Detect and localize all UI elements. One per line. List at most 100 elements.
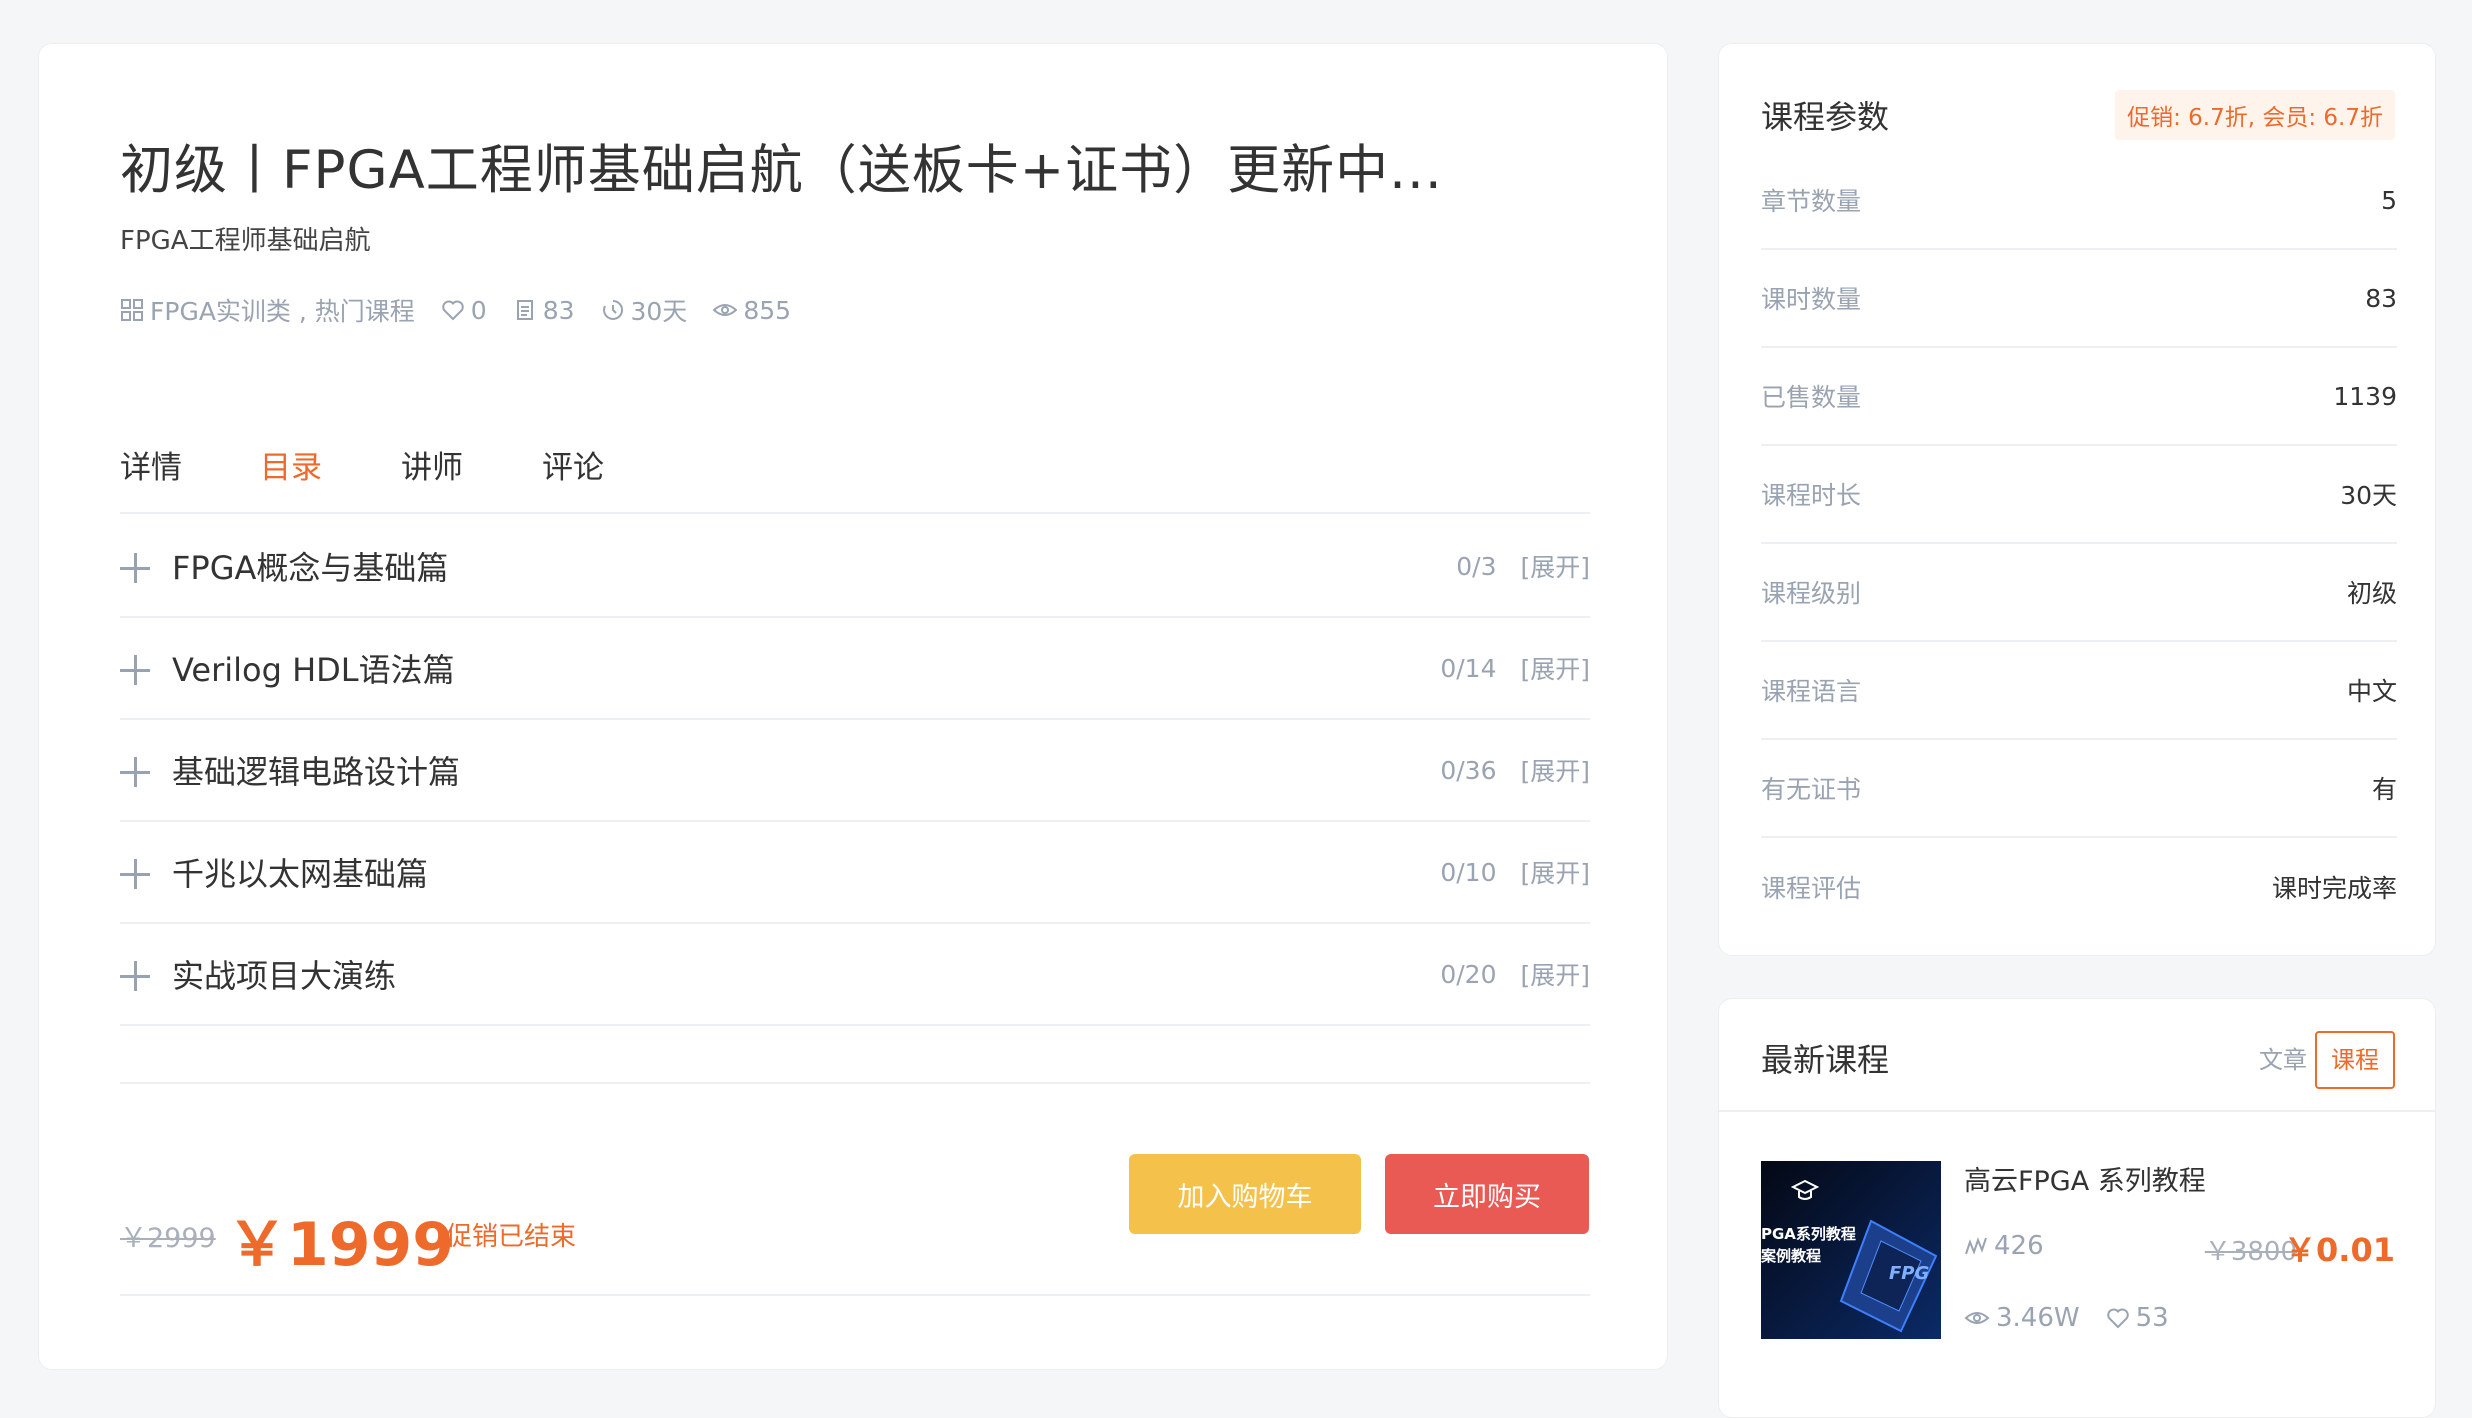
- tab-articles[interactable]: 文章: [2245, 1031, 2321, 1089]
- plus-icon[interactable]: [120, 859, 150, 889]
- param-row: 课程级别 初级: [1761, 544, 2397, 642]
- plus-icon[interactable]: [120, 961, 150, 991]
- latest-stats: 3.46W 53: [1964, 1303, 2169, 1333]
- latest-header: 最新课程 文章 课程: [1719, 999, 2435, 1112]
- duration-meta: 30天: [601, 292, 688, 328]
- chapter-name: FPGA概念与基础篇: [172, 549, 449, 587]
- param-value: 课时完成率: [2271, 874, 2397, 903]
- param-row: 已售数量 1139: [1761, 348, 2397, 446]
- course-main-card: 初级丨FPGA工程师基础启航（送板卡+证书）更新中... FPGA工程师基础启航…: [38, 43, 1668, 1370]
- chapter-name: 千兆以太网基础篇: [172, 855, 429, 893]
- eye-icon: [713, 304, 738, 316]
- chapter-row[interactable]: Verilog HDL语法篇 0/14 [展开]: [120, 618, 1590, 720]
- category-text: FPGA实训类 , 热门课程: [150, 297, 415, 326]
- chapter-name: 实战项目大演练: [172, 957, 397, 995]
- chapter-progress: 0/10: [1440, 857, 1497, 887]
- param-key: 课程时长: [1761, 481, 1862, 510]
- likes-meta[interactable]: 0: [441, 296, 487, 325]
- heart-icon: [442, 300, 464, 321]
- current-price: ￥1999: [227, 1210, 454, 1280]
- tab-courses[interactable]: 课程: [2315, 1031, 2395, 1089]
- tab-comments[interactable]: 评论: [542, 442, 604, 487]
- timer-icon: [602, 299, 623, 320]
- discount-badge: 促销: 6.7折, 会员: 6.7折: [2115, 90, 2395, 140]
- add-to-cart-button[interactable]: 加入购物车: [1129, 1154, 1361, 1234]
- eye-icon: [1964, 1312, 1990, 1324]
- latest-current-price: ￥0.01: [2284, 1231, 2395, 1269]
- students-count: 426: [1994, 1231, 2044, 1261]
- course-params-card: 课程参数 促销: 6.7折, 会员: 6.7折 章节数量 5 课时数量 83 已…: [1718, 43, 2436, 956]
- chapter-row[interactable]: 实战项目大演练 0/20 [展开]: [120, 924, 1590, 1026]
- course-tabs: 详情 目录 讲师 评论: [120, 404, 1590, 514]
- chapter-expand-link[interactable]: [展开]: [1520, 548, 1590, 584]
- plus-icon[interactable]: [120, 655, 150, 685]
- thumbnail-chip-text: FPG: [1889, 1263, 1930, 1284]
- chapter-name: 基础逻辑电路设计篇: [172, 753, 461, 791]
- param-value: 初级: [2346, 579, 2397, 608]
- latest-course-title[interactable]: 高云FPGA 系列教程: [1964, 1159, 2206, 1198]
- param-key: 章节数量: [1761, 187, 1862, 216]
- param-row: 课程时长 30天: [1761, 446, 2397, 544]
- course-title: 初级丨FPGA工程师基础启航（送板卡+证书）更新中...: [120, 140, 1443, 201]
- plus-icon[interactable]: [120, 553, 150, 583]
- tab-details[interactable]: 详情: [120, 442, 182, 487]
- duration-text: 30天: [630, 297, 688, 326]
- chapter-expand-link[interactable]: [展开]: [1520, 854, 1590, 890]
- param-key: 课程评估: [1761, 874, 1862, 903]
- course-subtitle: FPGA工程师基础启航: [120, 226, 371, 256]
- param-key: 有无证书: [1761, 775, 1862, 804]
- views-count: 855: [743, 295, 792, 325]
- thumbnail-text-1: PGA系列教程: [1761, 1225, 1856, 1243]
- chapter-progress: 0/20: [1440, 959, 1497, 989]
- param-row: 课程语言 中文: [1761, 642, 2397, 740]
- document-icon: [516, 300, 533, 320]
- chapter-expand-link[interactable]: [展开]: [1520, 650, 1590, 686]
- param-value: 有: [2371, 775, 2397, 804]
- param-value: 1139: [2333, 381, 2397, 411]
- promo-status: 促销已结束: [446, 1222, 577, 1252]
- thumbnail-text-2: 案例教程: [1761, 1247, 1822, 1265]
- chapter-row[interactable]: 千兆以太网基础篇 0/10 [展开]: [120, 822, 1590, 924]
- param-key: 课程语言: [1761, 677, 1862, 706]
- latest-courses-card: 最新课程 文章 课程 PGA系列教程 案例教程 FPG 高云FPGA 系列教程 …: [1718, 998, 2436, 1418]
- param-value: 5: [2381, 185, 2397, 215]
- section-divider: [120, 1082, 1590, 1084]
- heart-icon[interactable]: [2106, 1306, 2130, 1330]
- param-key: 已售数量: [1761, 383, 1862, 412]
- latest-title: 最新课程: [1761, 1041, 1890, 1079]
- chapter-progress: 0/14: [1440, 653, 1497, 683]
- param-row: 有无证书 有: [1761, 740, 2397, 838]
- likes-count: 0: [470, 295, 487, 325]
- chapter-progress: 0/3: [1456, 551, 1497, 581]
- views-meta: 855: [713, 296, 791, 325]
- students-meta: 426: [1964, 1231, 2044, 1261]
- latest-likes: 53: [2135, 1303, 2169, 1333]
- lessons-count: 83: [542, 295, 575, 325]
- chapter-name: Verilog HDL语法篇: [172, 651, 455, 689]
- plus-icon[interactable]: [120, 757, 150, 787]
- param-row: 课时数量 83: [1761, 250, 2397, 348]
- buy-now-button[interactable]: 立即购买: [1385, 1154, 1589, 1234]
- tab-instructor[interactable]: 讲师: [401, 442, 463, 487]
- tab-catalog[interactable]: 目录: [260, 442, 322, 487]
- param-value: 中文: [2346, 677, 2397, 706]
- param-key: 课时数量: [1761, 285, 1862, 314]
- param-key: 课程级别: [1761, 579, 1862, 608]
- latest-views: 3.46W: [1996, 1303, 2080, 1333]
- category-meta[interactable]: FPGA实训类 , 热门课程: [120, 292, 415, 328]
- params-title: 课程参数: [1761, 98, 1890, 136]
- chapter-expand-link[interactable]: [展开]: [1520, 956, 1590, 992]
- course-thumbnail[interactable]: PGA系列教程 案例教程 FPG: [1761, 1161, 1941, 1339]
- chapter-expand-link[interactable]: [展开]: [1520, 752, 1590, 788]
- students-icon: [1965, 1237, 1987, 1255]
- param-value: 30天: [2340, 481, 2397, 510]
- chapter-row[interactable]: 基础逻辑电路设计篇 0/36 [展开]: [120, 720, 1590, 822]
- param-row: 课程评估 课时完成率: [1761, 838, 2397, 936]
- chapter-progress: 0/36: [1440, 755, 1497, 785]
- course-meta: FPGA实训类 , 热门课程 0 83 30天 855: [120, 292, 817, 328]
- param-row: 章节数量 5: [1761, 152, 2397, 250]
- lessons-meta: 83: [513, 296, 575, 325]
- bottom-divider: [120, 1294, 1590, 1296]
- chapter-row[interactable]: FPGA概念与基础篇 0/3 [展开]: [120, 516, 1590, 618]
- grid-icon: [121, 299, 143, 321]
